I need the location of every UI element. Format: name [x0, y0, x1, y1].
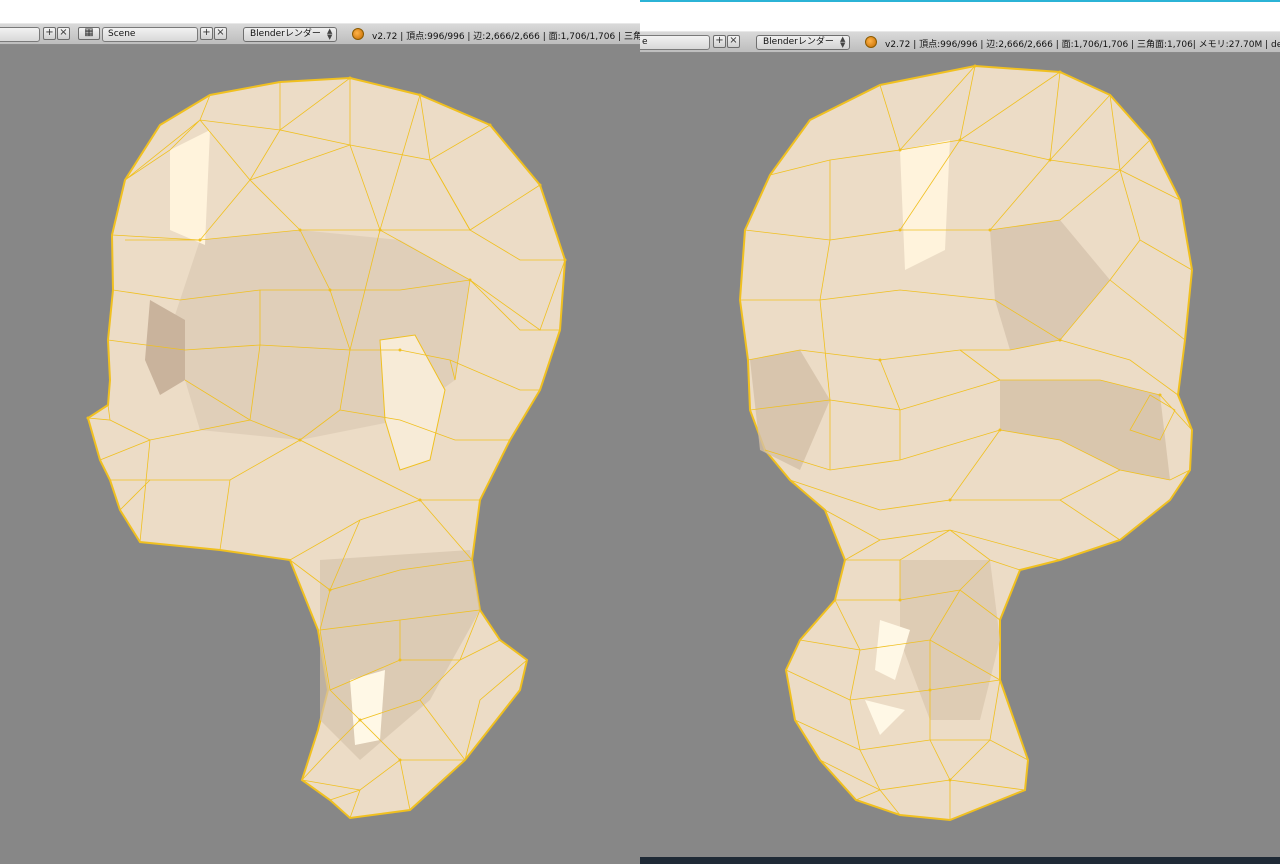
status-bar [640, 857, 1280, 864]
close-icon[interactable]: × [57, 27, 70, 40]
head-mesh-back-view [738, 64, 1194, 822]
window-top-strip [0, 0, 640, 23]
3d-viewport[interactable] [0, 45, 640, 864]
head-mesh-side-view [86, 76, 567, 820]
render-engine-label: Blenderレンダー [250, 29, 321, 39]
scene-statistics: v2.72 | 頂点:996/996 | 辺:2,666/2,666 | 面:1… [885, 40, 1280, 50]
render-engine-dropdown[interactable]: Blenderレンダー ▲ ▼ [756, 35, 850, 50]
scene-statistics: v2.72 | 頂点:996/996 | 辺:2,666/2,666 | 面:1… [372, 32, 640, 42]
plus-icon[interactable]: + [43, 27, 56, 40]
plus-icon[interactable]: + [713, 35, 726, 48]
render-engine-icon [865, 36, 877, 48]
render-engine-icon [352, 28, 364, 40]
render-engine-label: Blenderレンダー [763, 37, 834, 47]
screen-layout-field[interactable] [0, 27, 40, 42]
right-blender-window: e + × Blenderレンダー ▲ ▼ v2.72 | 頂点:996/996 … [640, 0, 1280, 864]
dropdown-arrows-icon: ▲ ▼ [327, 27, 333, 41]
plus-icon[interactable]: + [200, 27, 213, 40]
left-blender-window: + × ▦ Scene + × Blenderレンダー ▲ ▼ v2.72 | 頂… [0, 0, 640, 864]
3d-viewport[interactable] [640, 53, 1280, 864]
window-top-strip [640, 0, 1280, 32]
render-engine-dropdown[interactable]: Blenderレンダー ▲ ▼ [243, 27, 337, 42]
close-icon[interactable]: × [727, 35, 740, 48]
scene-name-field[interactable]: Scene [102, 27, 198, 42]
close-icon[interactable]: × [214, 27, 227, 40]
info-header: e + × Blenderレンダー ▲ ▼ v2.72 | 頂点:996/996 … [640, 31, 1280, 53]
scene-name-field[interactable]: e [640, 35, 710, 50]
info-header: + × ▦ Scene + × Blenderレンダー ▲ ▼ v2.72 | 頂… [0, 23, 640, 45]
dropdown-arrows-icon: ▲ ▼ [840, 35, 846, 49]
scene-selector-icon[interactable]: ▦ [78, 27, 100, 40]
